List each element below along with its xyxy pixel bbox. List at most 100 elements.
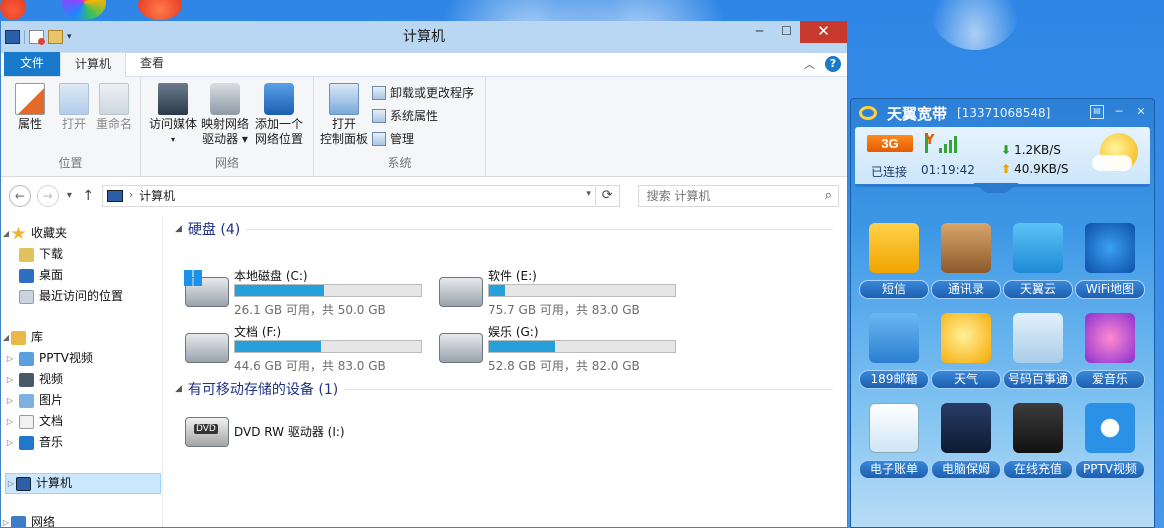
up-button[interactable]: ↑ xyxy=(80,188,96,204)
open-button[interactable]: 打开 xyxy=(59,83,89,132)
wifi-icon xyxy=(1085,223,1135,273)
recent-locations-chevron-icon[interactable]: ▾ xyxy=(65,190,75,201)
new-folder-icon[interactable] xyxy=(48,30,63,44)
section-hard-disks[interactable]: ◢ 硬盘 (4) xyxy=(175,219,847,239)
tab-computer[interactable]: 计算机 xyxy=(60,52,127,77)
address-bar[interactable]: › 计算机 ▾ xyxy=(102,184,596,207)
nav-pptv-videos[interactable]: ▷ PPTV视频 xyxy=(1,348,162,369)
minimize-button[interactable]: ─ xyxy=(746,21,773,43)
ribbon-group-system: 打开 控制面板 卸载或更改程序 系统属性 管理 系统 xyxy=(314,77,486,176)
desktop-icon-1[interactable] xyxy=(0,0,26,20)
close-button[interactable]: ✕ xyxy=(1134,105,1148,119)
add-network-location-button[interactable]: 添加一个 网络位置 xyxy=(255,83,303,147)
computer-icon[interactable] xyxy=(5,30,20,44)
manage-button[interactable]: 管理 xyxy=(372,130,414,147)
app-label: 电子账单 xyxy=(859,460,929,479)
nav-documents[interactable]: ▷ 文档 xyxy=(1,411,162,432)
breadcrumb-separator-icon[interactable]: › xyxy=(129,190,133,201)
collapse-ribbon-chevron-icon[interactable]: ︿ xyxy=(804,56,815,72)
breadcrumb[interactable]: 计算机 xyxy=(139,187,175,204)
app-pc-guard[interactable]: 电脑保姆 xyxy=(931,403,1001,479)
search-box[interactable]: ⌕ xyxy=(637,184,839,207)
ribbon-group-network: 访问媒体 ▾ 映射网络 驱动器 ▾ 添加一个 网络位置 网络 xyxy=(141,77,314,176)
map-network-drive-button[interactable]: 映射网络 驱动器 ▾ xyxy=(201,83,249,147)
pptv-play-icon xyxy=(1085,403,1135,453)
collapse-chevron-icon[interactable]: ▷ xyxy=(1,512,11,527)
app-weather[interactable]: 天气 xyxy=(931,313,1001,389)
app-189-mail[interactable]: 189邮箱 xyxy=(859,313,929,389)
address-dropdown-chevron-icon[interactable]: ▾ xyxy=(586,189,591,199)
collapse-chevron-icon[interactable]: ◢ xyxy=(175,384,182,394)
expand-chevron-icon[interactable]: ◢ xyxy=(1,327,11,348)
best-tone-icon xyxy=(1013,313,1063,363)
back-button[interactable]: ← xyxy=(9,184,31,207)
nav-downloads[interactable]: 下载 xyxy=(1,244,162,265)
uninstall-programs-button[interactable]: 卸载或更改程序 xyxy=(372,84,474,101)
customize-toolbar-chevron-icon[interactable]: ▾ xyxy=(67,32,72,42)
app-wifi-map[interactable]: WiFi地图 xyxy=(1075,223,1145,299)
title-bar[interactable]: ▾ 计算机 ─ ☐ ✕ xyxy=(1,21,847,53)
nav-network[interactable]: ▷ 网络 xyxy=(1,512,162,527)
collapse-chevron-icon[interactable]: ◢ xyxy=(175,224,182,234)
open-control-panel-button[interactable]: 打开 控制面板 xyxy=(320,83,368,147)
maximize-button[interactable]: ☐ xyxy=(773,21,800,43)
search-icon[interactable]: ⌕ xyxy=(825,188,832,203)
forward-button[interactable]: → xyxy=(36,184,59,207)
tab-view[interactable]: 查看 xyxy=(126,52,178,76)
app-best-tone[interactable]: 号码百事通 xyxy=(1003,313,1073,389)
drive-usage-fill xyxy=(235,341,322,352)
nav-computer[interactable]: ▷ 计算机 xyxy=(5,473,161,494)
app-pptv-video[interactable]: PPTV视频 xyxy=(1075,403,1145,479)
app-online-recharge[interactable]: 在线充值 xyxy=(1003,403,1073,479)
desktop-icon-3[interactable] xyxy=(138,0,182,20)
refresh-button[interactable]: ⟳ xyxy=(595,184,620,207)
help-icon[interactable]: ? xyxy=(825,56,841,72)
collapse-chevron-icon[interactable]: ▷ xyxy=(5,432,15,453)
minimize-button[interactable]: ─ xyxy=(1112,105,1126,119)
properties-button[interactable]: 属性 xyxy=(15,83,45,132)
nav-libraries[interactable]: ◢ 库 xyxy=(1,327,162,348)
nav-pictures[interactable]: ▷ 图片 xyxy=(1,390,162,411)
nav-videos[interactable]: ▷ 视频 xyxy=(1,369,162,390)
desktop-icon-2[interactable] xyxy=(62,0,106,20)
collapse-chevron-icon[interactable]: ▷ xyxy=(5,411,15,432)
access-media-button[interactable]: 访问媒体 ▾ xyxy=(149,83,197,147)
nav-recent-places[interactable]: 最近访问的位置 xyxy=(1,286,162,307)
drive-item[interactable]: 文档 (F:) 44.6 GB 可用，共 83.0 GB xyxy=(179,323,429,375)
sun-cloud-icon xyxy=(941,313,991,363)
collapse-chevron-icon[interactable] xyxy=(973,183,1019,193)
rename-button[interactable]: 重命名 xyxy=(96,83,132,132)
drive-space-info: 26.1 GB 可用，共 50.0 GB xyxy=(234,303,386,317)
nav-favorites[interactable]: ◢ 收藏夹 xyxy=(1,223,162,244)
app-sms[interactable]: 短信 xyxy=(859,223,929,299)
app-e-bill[interactable]: 电子账单 xyxy=(859,403,929,479)
drive-item[interactable]: 娱乐 (G:) 52.8 GB 可用，共 82.0 GB xyxy=(433,323,683,375)
close-button[interactable]: ✕ xyxy=(800,21,847,43)
download-speed-value: 1.2KB/S xyxy=(1014,143,1061,157)
drive-usage-bar xyxy=(488,284,676,297)
nav-desktop[interactable]: 桌面 xyxy=(1,265,162,286)
collapse-chevron-icon[interactable]: ▷ xyxy=(5,369,15,390)
system-properties-button[interactable]: 系统属性 xyxy=(372,107,438,124)
expand-chevron-icon[interactable]: ◢ xyxy=(1,223,11,244)
tab-file[interactable]: 文件 xyxy=(4,52,60,76)
collapse-chevron-icon[interactable]: ▷ xyxy=(5,348,15,369)
drive-name: 文档 (F:) xyxy=(234,325,282,339)
tianyi-header[interactable]: 天翼宽带 [13371068548] ▤ ─ ✕ xyxy=(851,99,1154,127)
app-imusic[interactable]: 爱音乐 xyxy=(1075,313,1145,389)
desktop-icon xyxy=(19,268,34,283)
menu-icon[interactable]: ▤ xyxy=(1090,105,1104,119)
collapse-chevron-icon[interactable]: ▷ xyxy=(5,390,15,411)
properties-icon[interactable] xyxy=(29,30,45,45)
drive-item[interactable]: 本地磁盘 (C:) 26.1 GB 可用，共 50.0 GB xyxy=(179,267,429,319)
section-removable-storage[interactable]: ◢ 有可移动存储的设备 (1) xyxy=(175,379,847,399)
search-input[interactable] xyxy=(638,185,819,206)
drive-item[interactable]: 软件 (E:) 75.7 GB 可用，共 83.0 GB xyxy=(433,267,683,319)
weather-sunny-icon[interactable] xyxy=(1092,133,1138,171)
dvd-drive-item[interactable]: DVD RW 驱动器 (I:) xyxy=(179,407,429,459)
nav-label: 计算机 xyxy=(36,476,73,490)
app-contacts[interactable]: 通讯录 xyxy=(931,223,1001,299)
collapse-chevron-icon[interactable]: ▷ xyxy=(6,473,16,494)
nav-music[interactable]: ▷ 音乐 xyxy=(1,432,162,453)
app-tianyi-cloud[interactable]: 天翼云 xyxy=(1003,223,1073,299)
